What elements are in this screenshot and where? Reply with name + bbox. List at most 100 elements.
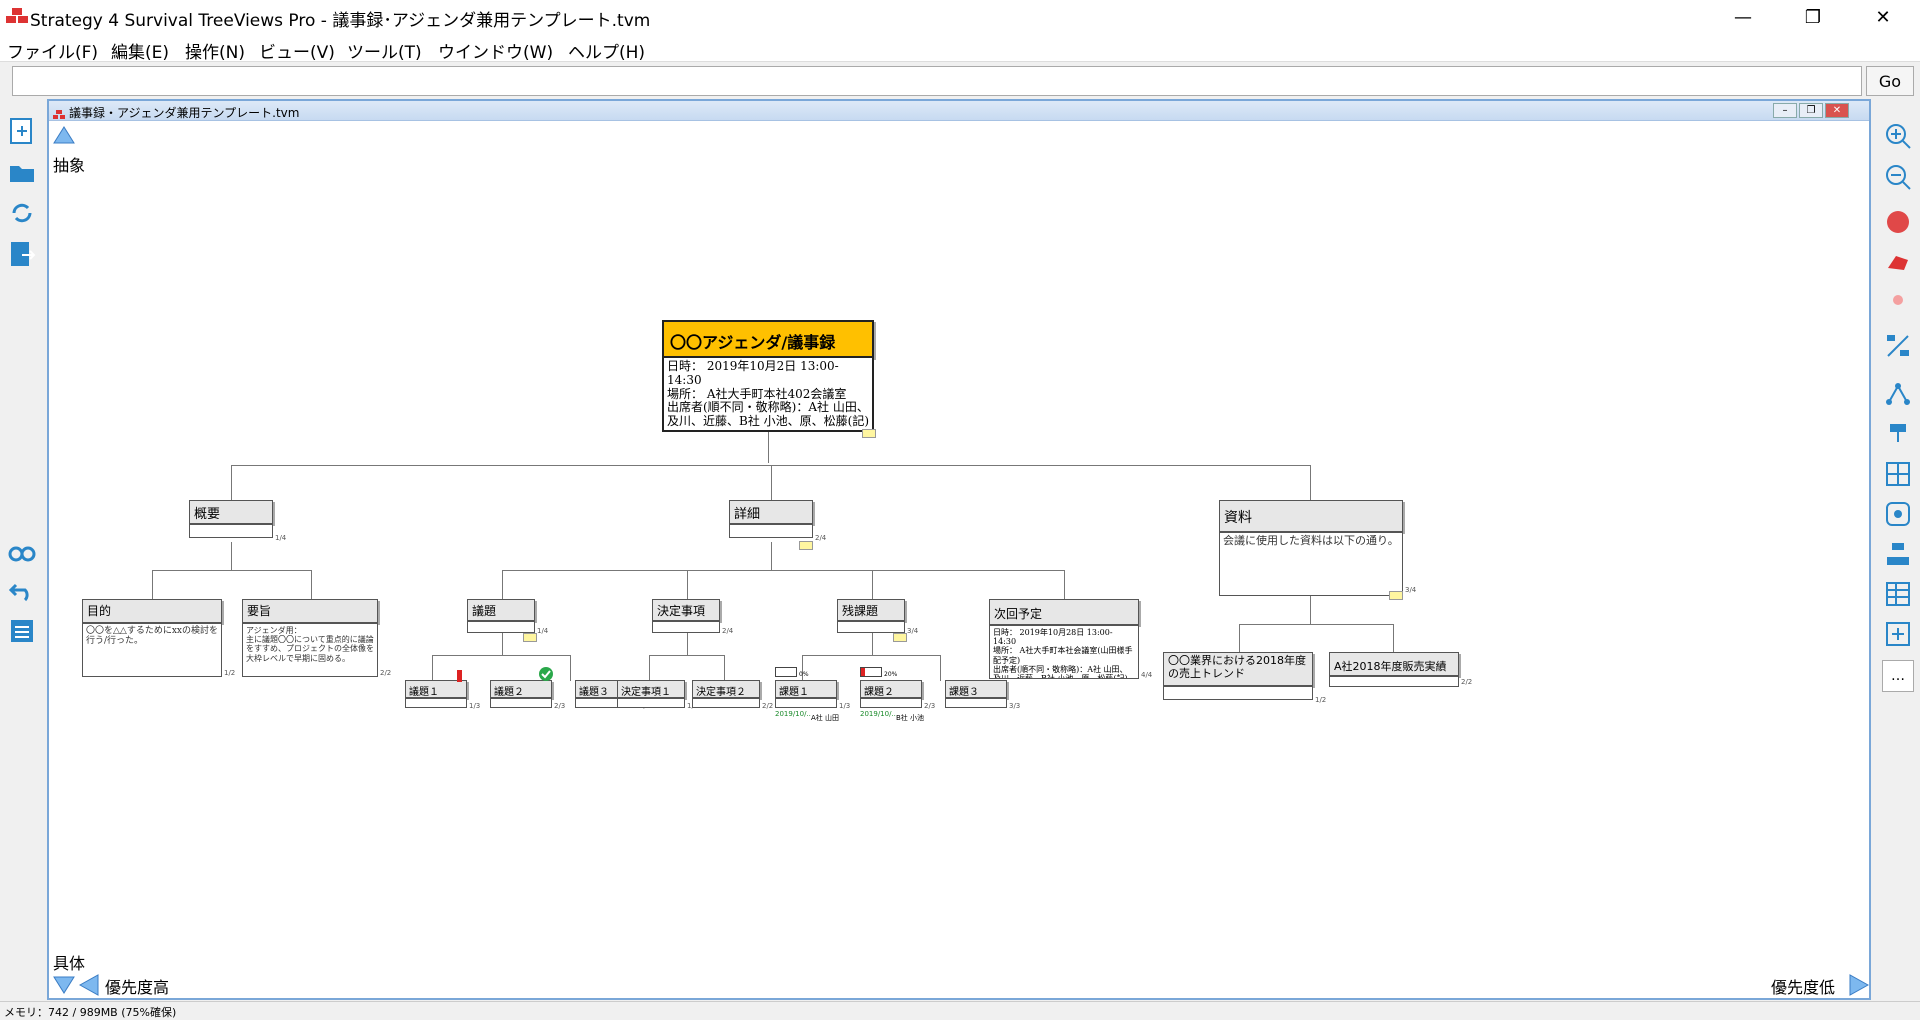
org-chart-icon[interactable] <box>1882 538 1914 570</box>
menu-help[interactable]: ヘルプ(H) <box>568 38 645 63</box>
address-input[interactable] <box>12 66 1862 96</box>
doc-close-button[interactable]: ✕ <box>1825 103 1849 118</box>
scroll-down-icon[interactable] <box>53 976 75 998</box>
memo-icon <box>523 633 537 642</box>
go-button[interactable]: Go <box>1866 66 1914 96</box>
connector <box>1393 624 1394 654</box>
bird-icon[interactable] <box>1882 246 1914 278</box>
scroll-up-icon[interactable] <box>53 126 75 148</box>
menu-bar: ファイル(F) 編集(E) 操作(N) ビュー(V) ツール(T) ウインドウ(… <box>0 34 1920 63</box>
node-kadai2[interactable]: 課題２ 2/3 20% 2019/10/.. B社 小池 <box>860 667 935 722</box>
root-node[interactable]: 〇〇アジェンダ/議事録 日時： 2019年10月2日 13:00-14:30 場… <box>662 320 876 438</box>
node-title: 残課題 <box>837 599 905 621</box>
add-node-icon[interactable] <box>1882 618 1914 650</box>
node-kettei[interactable]: 決定事項 2/4 <box>652 599 733 635</box>
node-gidai1[interactable]: 議題１ 1/3 <box>405 670 480 710</box>
node-youshi[interactable]: 要旨 アジェンダ用： 主に議題〇〇について重点的に議論をすすめ、プロジェクトの全… <box>242 599 391 677</box>
status-bar: メモリ：742 / 989MB (75%確保) <box>0 1001 1920 1020</box>
open-folder-icon[interactable] <box>6 156 38 188</box>
menu-edit[interactable]: 編集(E) <box>111 38 169 63</box>
node-body: 日時： 2019年10月2日 13:00-14:30 場所： A社大手町本社40… <box>662 358 874 432</box>
close-button[interactable]: ✕ <box>1854 0 1912 34</box>
node-title: 目的 <box>82 599 222 623</box>
node-title: 決定事項２ <box>692 680 760 698</box>
minimize-button[interactable]: — <box>1714 0 1772 34</box>
priority-low-label: 優先度低 <box>1771 978 1836 997</box>
menu-tools[interactable]: ツール(T) <box>347 38 422 63</box>
doc-minimize-button[interactable]: – <box>1773 103 1797 118</box>
cross-layout-icon[interactable] <box>1882 458 1914 490</box>
flag-icon <box>457 667 463 686</box>
node-body <box>617 698 685 708</box>
child-count: 2/2 <box>1461 678 1473 686</box>
node-title: A社2018年度販売実績 <box>1329 652 1459 676</box>
table-layout-icon[interactable] <box>1882 578 1914 610</box>
child-count: 1/2 <box>224 669 236 677</box>
node-kettei1[interactable]: 決定事項１ 1/2 <box>617 680 698 710</box>
script-icon[interactable] <box>6 615 38 647</box>
node-title: 概要 <box>189 500 273 524</box>
owner-label: A社 山田 <box>811 714 840 722</box>
percent-icon[interactable] <box>1882 330 1914 362</box>
node-shousai[interactable]: 詳細 2/4 <box>729 500 826 550</box>
node-body: アジェンダ用： 主に議題〇〇について重点的に議論をすすめ、プロジェクトの全体像を… <box>242 623 378 677</box>
node-sales[interactable]: A社2018年度販売実績 2/2 <box>1329 652 1472 687</box>
new-file-icon[interactable] <box>6 115 38 147</box>
connector <box>649 655 724 656</box>
tree-canvas[interactable]: 抽象 具体 優先度高 優先度低 〇〇アジェンダ/議事録 日時： 2019年10月… <box>49 122 1869 998</box>
node-kadai3[interactable]: 課題３ 3/3 <box>945 680 1020 710</box>
node-gidai[interactable]: 議題 1/4 <box>467 599 548 642</box>
menu-operation[interactable]: 操作(N) <box>185 38 245 63</box>
flower-icon[interactable] <box>1882 286 1914 318</box>
node-jikai[interactable]: 次回予定 日時： 2019年10月28日 13:00-14:30 場所： A社大… <box>989 599 1152 679</box>
child-count: 1/3 <box>469 702 481 710</box>
binoculars-icon[interactable] <box>6 535 38 567</box>
zoom-out-icon[interactable] <box>1882 161 1914 193</box>
child-count: 2/4 <box>722 627 734 635</box>
node-gaiyou[interactable]: 概要 1/4 <box>189 500 286 542</box>
export-icon[interactable] <box>6 238 38 270</box>
refresh-icon[interactable] <box>6 197 38 229</box>
memo-icon <box>1389 591 1403 600</box>
scroll-left-icon[interactable] <box>78 974 99 998</box>
memo-icon <box>862 429 876 438</box>
node-body <box>189 524 273 538</box>
menu-file[interactable]: ファイル(F) <box>7 38 98 63</box>
doc-restore-button[interactable]: ❐ <box>1799 103 1823 118</box>
node-trend[interactable]: 〇〇業界における2018年度の売上トレンド 1/2 <box>1163 652 1326 704</box>
node-mokuteki[interactable]: 目的 〇〇を△△するためにxxの検討を行う/行った。 1/2 <box>82 599 235 677</box>
window-titlebar: Strategy 4 Survival TreeViews Pro - 議事録･… <box>0 0 1920 34</box>
connector <box>1310 596 1311 624</box>
restore-button[interactable]: ❐ <box>1784 0 1842 34</box>
menu-view[interactable]: ビュー(V) <box>259 38 335 63</box>
connector <box>872 570 873 600</box>
node-title: 課題２ <box>860 680 922 698</box>
node-shiryou[interactable]: 資料 会議に使用した資料は以下の通り。 3/4 <box>1219 500 1416 600</box>
connector <box>231 465 232 501</box>
more-button[interactable]: … <box>1882 660 1914 692</box>
hierarchy-icon[interactable] <box>1882 418 1914 450</box>
node-body <box>405 698 467 708</box>
node-gidai2[interactable]: 議題２ 2/3 <box>490 667 565 710</box>
node-zankadai[interactable]: 残課題 3/4 <box>837 599 918 642</box>
globe-icon[interactable] <box>1882 206 1914 238</box>
menu-window[interactable]: ウインドウ(W) <box>438 38 553 63</box>
node-kadai1[interactable]: 課題１ 1/3 0% 2019/10/.. A社 山田 <box>775 667 850 722</box>
child-count: 1/2 <box>1315 696 1327 704</box>
scroll-right-icon[interactable] <box>1849 974 1869 998</box>
zoom-in-icon[interactable] <box>1882 120 1914 152</box>
connector <box>570 655 571 681</box>
connector <box>872 632 873 656</box>
connector <box>311 570 312 600</box>
connector <box>231 542 232 570</box>
node-title: 〇〇アジェンダ/議事録 <box>662 320 874 358</box>
undo-icon[interactable] <box>6 575 38 607</box>
tree-layout-icon[interactable] <box>1882 378 1914 410</box>
node-title: 決定事項１ <box>617 680 685 698</box>
node-kettei2[interactable]: 決定事項２ 2/2 <box>692 680 773 710</box>
node-body <box>775 698 837 708</box>
connector <box>152 570 311 571</box>
window-title: Strategy 4 Survival TreeViews Pro - 議事録･… <box>30 11 651 31</box>
child-count: 3/4 <box>907 627 919 635</box>
radial-layout-icon[interactable] <box>1882 498 1914 530</box>
